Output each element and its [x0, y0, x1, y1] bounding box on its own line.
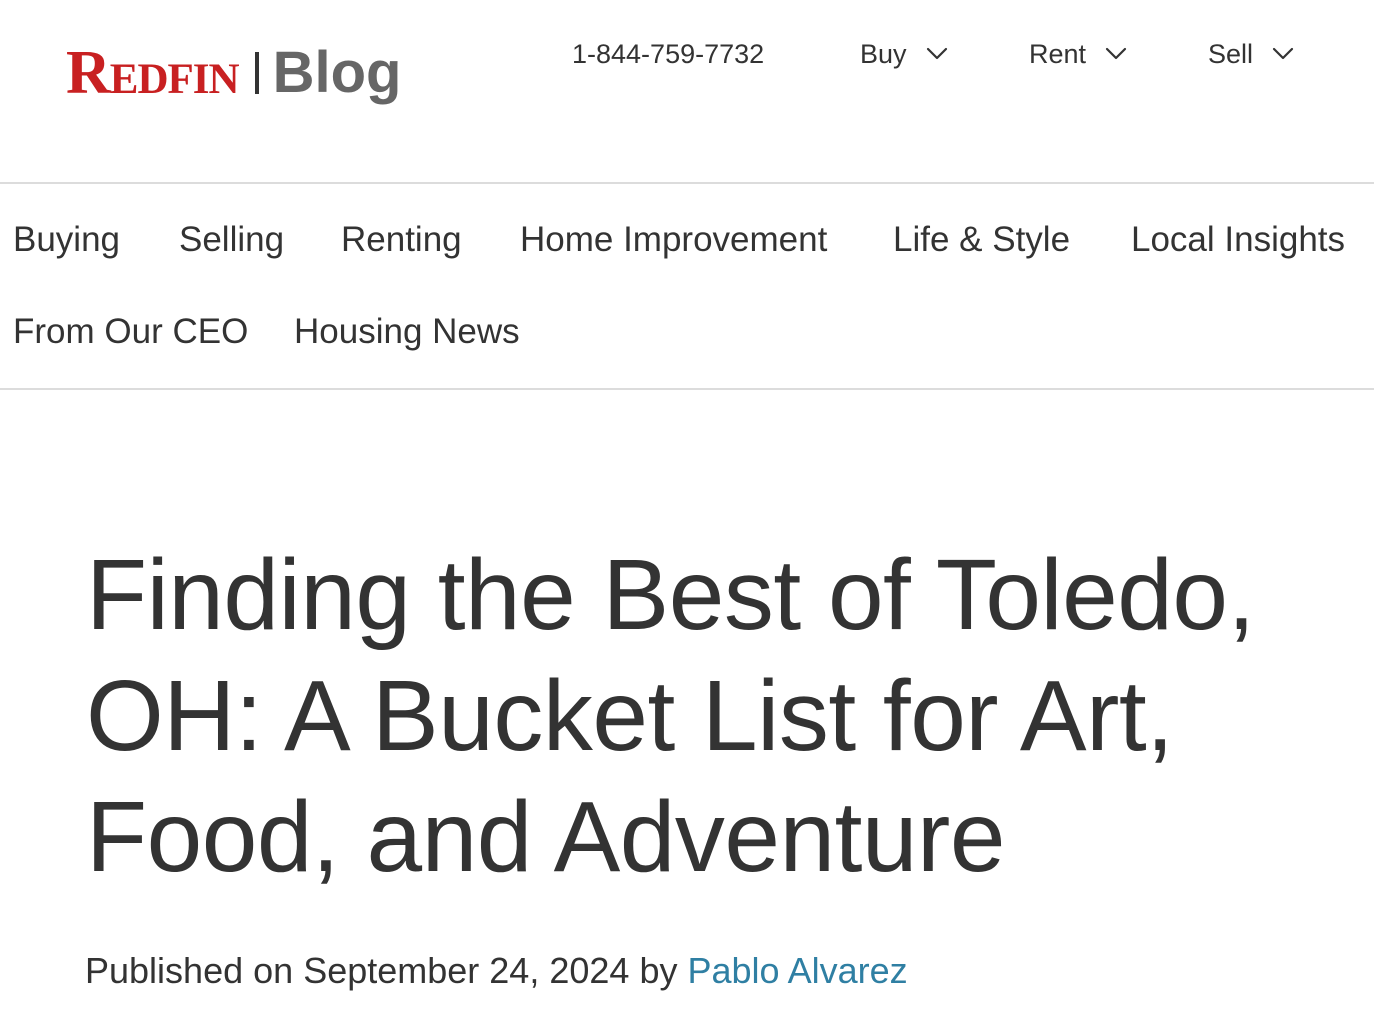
article-byline: Published on September 24, 2024 by Pablo… — [85, 946, 908, 996]
byline-by: by — [639, 950, 678, 991]
sell-menu-label: Sell — [1208, 39, 1254, 69]
category-local-insights[interactable]: Local Insights — [1131, 218, 1345, 262]
phone-link[interactable]: 1-844-759-7732 — [572, 34, 764, 74]
chevron-down-icon — [1272, 47, 1294, 60]
category-home-improvement[interactable]: Home Improvement — [520, 218, 827, 262]
author-link[interactable]: Pablo Alvarez — [687, 950, 907, 991]
category-renting[interactable]: Renting — [341, 218, 462, 262]
top-nav: 1-844-759-7732 Buy Rent Sell — [0, 34, 1374, 74]
buy-menu[interactable]: Buy — [860, 34, 949, 74]
published-date: September 24, 2024 — [303, 950, 630, 991]
category-nav: Buying Selling Renting Home Improvement … — [0, 184, 1374, 390]
chevron-down-icon — [926, 47, 947, 60]
category-housing-news[interactable]: Housing News — [294, 310, 520, 354]
category-selling[interactable]: Selling — [179, 218, 284, 262]
category-from-our-ceo[interactable]: From Our CEO — [13, 310, 248, 354]
rent-menu-label: Rent — [1029, 39, 1087, 69]
buy-menu-label: Buy — [860, 39, 907, 69]
chevron-down-icon — [1105, 47, 1127, 60]
category-buying[interactable]: Buying — [13, 218, 120, 262]
article-title: Finding the Best of Toledo, OH: A Bucket… — [86, 539, 1255, 893]
site-header: Redfin Blog 1-844-759-7732 Buy Rent Sell — [0, 0, 1374, 184]
sell-menu[interactable]: Sell — [1208, 34, 1295, 74]
published-prefix: Published on — [85, 950, 294, 991]
rent-menu[interactable]: Rent — [1029, 34, 1128, 74]
category-life-style[interactable]: Life & Style — [893, 218, 1070, 262]
